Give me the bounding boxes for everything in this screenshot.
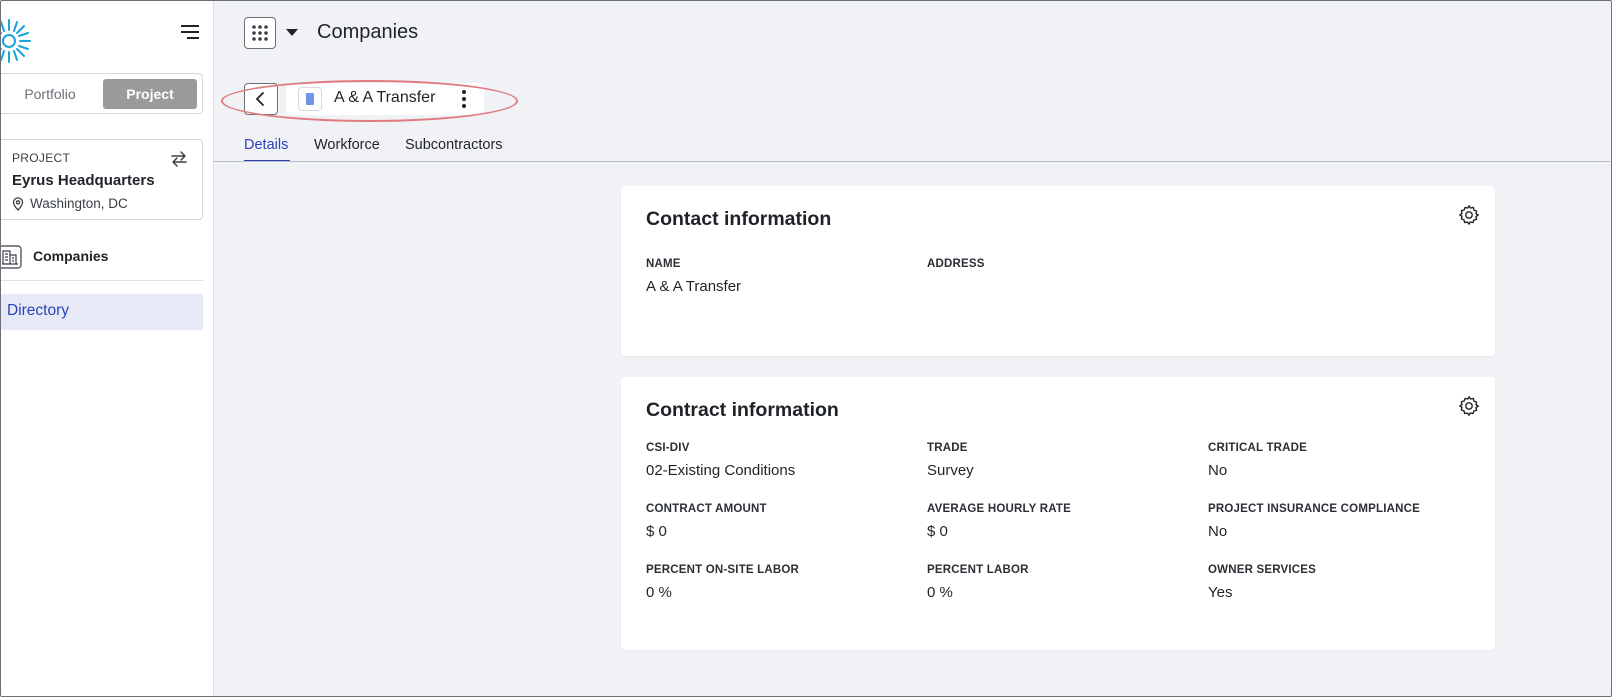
sidebar-item-label: Companies xyxy=(33,248,109,264)
field-critical-trade: CRITICAL TRADE No xyxy=(1208,442,1307,479)
field-contract-amount: CONTRACT AMOUNT $ 0 xyxy=(646,503,767,540)
page-title: Companies xyxy=(317,21,419,43)
bookmark-icon xyxy=(298,87,322,111)
field-percent-on-site-labor: PERCENT ON-SITE LABOR 0 % xyxy=(646,564,799,601)
project-caption: PROJECT xyxy=(12,151,71,165)
field-value: 02-Existing Conditions xyxy=(646,462,796,479)
back-button[interactable] xyxy=(244,83,278,115)
field-label: AVERAGE HOURLY RATE xyxy=(927,503,1071,515)
field-csi-div: CSI-DIV 02-Existing Conditions xyxy=(646,442,795,479)
field-value: 0 % xyxy=(927,584,953,601)
project-name: Eyrus Headquarters xyxy=(12,172,155,189)
contact-information-card: Contact information NAME A & A Transfer … xyxy=(621,186,1495,356)
chevron-left-icon xyxy=(256,92,264,106)
field-value: 0 % xyxy=(646,584,672,601)
card-title: Contract information xyxy=(646,399,839,421)
portfolio-project-toggle: Portfolio Project xyxy=(0,73,203,114)
field-value: A & A Transfer xyxy=(646,278,742,295)
field-value: Yes xyxy=(1208,584,1233,601)
apps-grid-icon xyxy=(252,25,268,41)
field-label: PERCENT ON-SITE LABOR xyxy=(646,564,800,576)
field-value: No xyxy=(1208,523,1228,540)
gear-icon[interactable] xyxy=(1457,203,1481,227)
field-value: $ 0 xyxy=(927,523,948,540)
building-icon xyxy=(0,245,22,269)
toggle-portfolio[interactable]: Portfolio xyxy=(9,79,91,109)
field-value: No xyxy=(1208,462,1228,479)
toggle-project[interactable]: Project xyxy=(103,79,197,109)
field-label: CRITICAL TRADE xyxy=(1208,442,1308,454)
hamburger-menu-icon[interactable] xyxy=(178,20,202,44)
field-label: NAME xyxy=(646,258,681,270)
field-label: CONTRACT AMOUNT xyxy=(646,503,767,515)
contract-information-card: Contract information CSI-DIV 02-Existing… xyxy=(621,377,1495,650)
field-label: PERCENT LABOR xyxy=(927,564,1029,576)
sidebar-item-label: Directory xyxy=(7,302,70,319)
field-project-insurance-compliance: PROJECT INSURANCE COMPLIANCE No xyxy=(1208,503,1420,540)
field-percent-labor: PERCENT LABOR 0 % xyxy=(927,564,1029,601)
card-title: Contact information xyxy=(646,208,832,230)
apps-grid-button[interactable] xyxy=(244,17,276,49)
field-average-hourly-rate: AVERAGE HOURLY RATE $ 0 xyxy=(927,503,1071,540)
field-value: $ 0 xyxy=(646,523,667,540)
project-location-text: Washington, DC xyxy=(30,196,128,211)
sidebar-item-companies[interactable]: Companies xyxy=(0,243,205,271)
tab-details[interactable]: Details xyxy=(244,137,288,153)
sidebar-item-directory[interactable]: Directory xyxy=(0,294,203,330)
field-owner-services: OWNER SERVICES Yes xyxy=(1208,564,1316,601)
company-name: A & A Transfer xyxy=(334,89,436,106)
field-label: ADDRESS xyxy=(927,258,985,270)
company-chip: A & A Transfer xyxy=(286,83,484,115)
tabs-divider xyxy=(213,161,1610,162)
field-value: Survey xyxy=(927,462,974,479)
sidebar-divider xyxy=(0,280,203,281)
field-trade: TRADE Survey xyxy=(927,442,974,479)
kebab-menu-icon[interactable] xyxy=(456,87,472,111)
location-pin-icon xyxy=(12,196,24,211)
swap-icon[interactable] xyxy=(169,149,189,169)
field-label: CSI-DIV xyxy=(646,442,690,454)
field-label: OWNER SERVICES xyxy=(1208,564,1317,576)
field-label: TRADE xyxy=(927,442,968,454)
tab-workforce[interactable]: Workforce xyxy=(314,137,380,153)
logo-sunburst-icon[interactable] xyxy=(0,18,32,64)
sidebar: Portfolio Project PROJECT Eyrus Headquar… xyxy=(0,0,214,697)
caret-down-icon[interactable] xyxy=(286,29,298,36)
project-card: PROJECT Eyrus Headquarters Washington, D… xyxy=(0,139,203,220)
gear-icon[interactable] xyxy=(1457,394,1481,418)
field-label: PROJECT INSURANCE COMPLIANCE xyxy=(1208,503,1420,515)
project-location: Washington, DC xyxy=(12,196,128,211)
field-address: ADDRESS xyxy=(927,258,985,278)
tab-subcontractors[interactable]: Subcontractors xyxy=(405,137,503,153)
field-name: NAME A & A Transfer xyxy=(646,258,741,295)
